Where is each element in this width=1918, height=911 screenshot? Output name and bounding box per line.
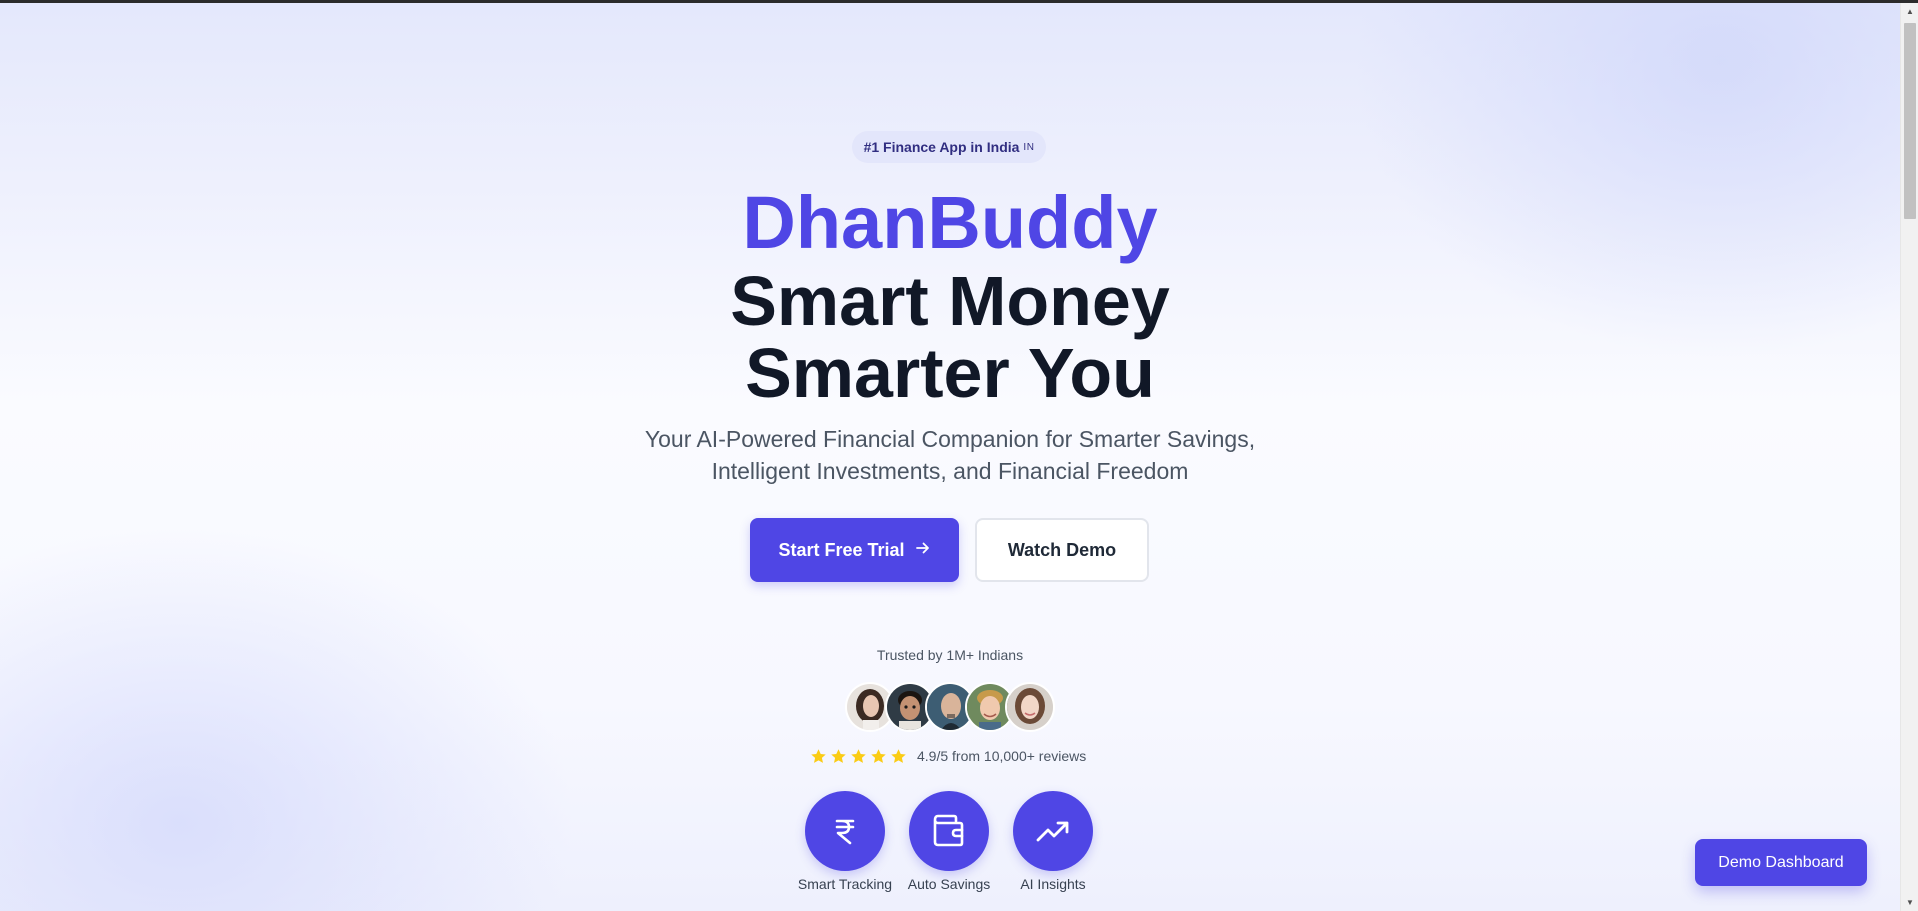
- trending-up-icon: [1036, 821, 1069, 842]
- feature-label: Smart Tracking: [797, 876, 893, 892]
- star-icon: [831, 748, 846, 763]
- star-icon: [891, 748, 906, 763]
- feature-icon-circle: [909, 791, 989, 871]
- feature-ai-insights: AI Insights: [998, 791, 1108, 901]
- feature-smart-tracking: Smart Tracking: [790, 791, 900, 901]
- rating-text: 4.9/5 from 10,000+ reviews: [917, 748, 1087, 764]
- watch-demo-button[interactable]: Watch Demo: [975, 518, 1149, 582]
- hero-badge-text: #1 Finance App in India: [863, 139, 1020, 155]
- feature-icon-circle: [805, 791, 885, 871]
- wallet-icon: [933, 814, 964, 847]
- start-free-trial-button[interactable]: Start Free Trial: [750, 518, 959, 582]
- trusted-by-text: Trusted by 1M+ Indians: [876, 647, 1024, 663]
- feature-label: AI Insights: [1020, 876, 1086, 892]
- star-icon: [851, 748, 866, 763]
- demo-dashboard-button[interactable]: Demo Dashboard: [1695, 839, 1867, 886]
- watch-demo-label: Watch Demo: [1007, 539, 1117, 560]
- brand-name: DhanBuddy: [742, 181, 1158, 264]
- scroll-up-arrow-icon[interactable]: ▲: [1901, 3, 1918, 20]
- rating-row: 4.9/5 from 10,000+ reviews: [810, 746, 1110, 766]
- vertical-scrollbar[interactable]: ▲ ▼: [1900, 3, 1918, 911]
- india-flag-icon: IN: [1023, 141, 1035, 153]
- start-free-trial-label: Start Free Trial: [778, 539, 905, 560]
- scroll-down-arrow-icon[interactable]: ▼: [1901, 894, 1918, 911]
- feature-auto-savings: Auto Savings: [894, 791, 1004, 901]
- feature-label: Auto Savings: [907, 876, 991, 892]
- headline-line-2: Smarter You: [745, 334, 1155, 412]
- subtitle-line-1: Your AI-Powered Financial Companion for …: [644, 426, 1256, 452]
- scrollbar-thumb[interactable]: [1904, 23, 1916, 219]
- user-avatars: [845, 682, 1055, 732]
- rupee-icon: [835, 819, 855, 845]
- arrow-right-icon: [915, 540, 931, 561]
- star-icon: [811, 748, 826, 763]
- star-icon: [871, 748, 886, 763]
- headline-line-1: Smart Money: [730, 262, 1170, 340]
- feature-icon-circle: [1013, 791, 1093, 871]
- landing-page: #1 Finance App in India IN DhanBuddy Sma…: [0, 3, 1900, 911]
- subtitle-line-2: Intelligent Investments, and Financial F…: [711, 458, 1189, 484]
- star-rating: [810, 748, 907, 765]
- avatar: [1005, 682, 1055, 732]
- hero-badge: #1 Finance App in India IN: [852, 131, 1046, 163]
